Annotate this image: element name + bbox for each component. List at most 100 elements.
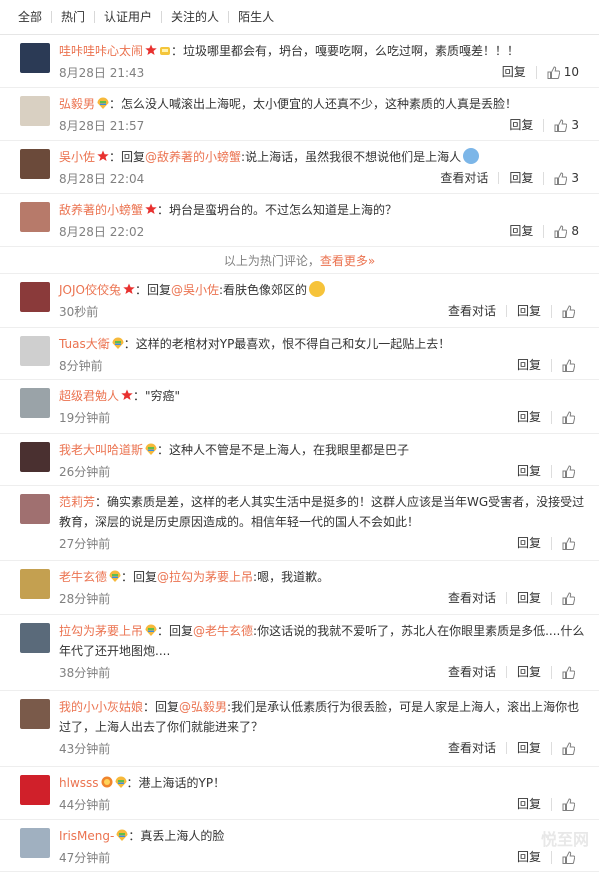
avatar[interactable] [20, 149, 50, 179]
mention-link[interactable]: @老牛玄德 [193, 624, 253, 638]
comment-time: 44分钟前 [59, 797, 111, 812]
tab-3[interactable]: 关注的人 [162, 11, 230, 23]
comment-username[interactable]: 老牛玄德 [59, 570, 107, 584]
comment-text: Tuas大衛 ：这样的老棺材对YP最喜欢，恨不得自己和女儿一起贴上去！ [59, 328, 599, 354]
view-thread-button[interactable]: 查看对话 [438, 742, 506, 754]
comment-username[interactable]: Tuas大衛 [59, 337, 110, 351]
thumbs-up-icon [562, 464, 575, 478]
mention-link[interactable]: @敌养著的小螃蟹 [145, 150, 241, 164]
comment-username[interactable]: JOJO佼佼兔 [59, 283, 121, 297]
comment-username[interactable]: 超级君勉人 [59, 389, 119, 403]
star-badge-icon [97, 148, 109, 161]
comment-username[interactable]: 吳小佐 [59, 150, 95, 164]
avatar[interactable] [20, 442, 50, 472]
view-more-link[interactable]: 查看更多» [320, 252, 375, 269]
comment-time: 47分钟前 [59, 850, 111, 865]
like-count: 10 [563, 65, 579, 79]
comment-time: 43分钟前 [59, 741, 111, 756]
like-button[interactable] [551, 410, 579, 424]
mention-link[interactable]: @拉勾为茅要上吊 [157, 570, 253, 584]
comment-body: ：真丢上海人的脸 [128, 829, 225, 843]
tab-1[interactable]: 热门 [52, 11, 96, 23]
comment-meta: 27分钟前 回复 [59, 532, 599, 554]
comment-username[interactable]: 弘毅男 [59, 97, 95, 111]
view-thread-button[interactable]: 查看对话 [430, 172, 498, 184]
comment-meta: 8分钟前 回复 [59, 354, 599, 376]
comment-item: hlwsss ：港上海话的YP！ 44分钟前 回复 [0, 767, 599, 820]
mention-link[interactable]: @吳小佐 [171, 283, 219, 297]
tab-4[interactable]: 陌生人 [229, 11, 283, 23]
rainbow-badge-icon [145, 441, 157, 455]
avatar[interactable] [20, 699, 50, 729]
reply-button[interactable]: 回复 [505, 666, 551, 678]
reply-button[interactable]: 回复 [498, 172, 543, 184]
like-button[interactable] [551, 304, 579, 318]
comment-item: JOJO佼佼兔 ：回复@吳小佐:看肤色像郊区的 30秒前 查看对话 回复 [0, 274, 599, 328]
thumbs-up-icon [562, 304, 575, 318]
thumbs-up-icon [562, 797, 575, 811]
comment-text: 弘毅男 ：怎么没人喊滚出上海呢，太小便宜的人还真不少，这种素质的人真是丢脸！ [59, 88, 599, 114]
comment-item: 老牛玄德 ：回复@拉勾为茅要上吊:嗯，我道歉。 28分钟前 查看对话 回复 [0, 561, 599, 615]
thumbs-up-icon [554, 118, 568, 132]
reply-button[interactable]: 回复 [499, 225, 543, 237]
view-thread-button[interactable]: 查看对话 [438, 305, 506, 317]
comment-username[interactable]: 范莉芳 [59, 495, 95, 509]
avatar[interactable] [20, 96, 50, 126]
like-button[interactable] [551, 797, 579, 811]
reply-button[interactable]: 回复 [499, 119, 543, 131]
reply-button[interactable]: 回复 [507, 411, 551, 423]
comment-text: 我老大叫哈道斯 ：这种人不管是不是上海人，在我眼里都是巴子 [59, 434, 599, 460]
comment-username[interactable]: 敌养著的小螃蟹 [59, 203, 143, 217]
reply-prefix: ：回复 [134, 283, 171, 297]
like-button[interactable] [551, 741, 579, 755]
comment-username[interactable]: 哇咔哇咔心太闹 [59, 44, 143, 58]
avatar[interactable] [20, 336, 50, 366]
reply-button[interactable]: 回复 [505, 592, 551, 604]
reply-button[interactable]: 回复 [507, 798, 551, 810]
avatar[interactable] [20, 623, 50, 653]
comment-time: 26分钟前 [59, 464, 111, 479]
thumbs-up-icon [562, 358, 575, 372]
avatar[interactable] [20, 494, 50, 524]
reply-button[interactable]: 回复 [505, 742, 551, 754]
reply-button[interactable]: 回复 [507, 465, 551, 477]
view-thread-button[interactable]: 查看对话 [438, 666, 506, 678]
like-button[interactable]: 3 [543, 118, 579, 132]
like-button[interactable] [551, 591, 579, 605]
comment-username[interactable]: hlwsss [59, 776, 99, 790]
comment-actions: 回复 8 [499, 224, 579, 238]
avatar[interactable] [20, 569, 50, 599]
view-thread-button[interactable]: 查看对话 [438, 592, 506, 604]
avatar[interactable] [20, 388, 50, 418]
avatar[interactable] [20, 282, 50, 312]
comment-actions: 查看对话 回复 [438, 304, 579, 318]
tab-0[interactable]: 全部 [18, 11, 53, 23]
like-button[interactable]: 10 [535, 65, 579, 79]
reply-button[interactable]: 回复 [507, 851, 551, 863]
like-button[interactable] [551, 850, 579, 864]
like-button[interactable] [551, 358, 579, 372]
avatar[interactable] [20, 43, 50, 73]
thumbs-up-icon [562, 850, 575, 864]
like-button[interactable]: 3 [543, 171, 579, 185]
avatar[interactable] [20, 202, 50, 232]
comment-text: 我的小小灰姑娘：回复@弘毅男:我们是承认低素质行为很丢脸，可是人家是上海人，滚出… [59, 691, 599, 737]
comment-actions: 查看对话 回复 3 [430, 171, 579, 185]
comment-username[interactable]: 我的小小灰姑娘 [59, 700, 143, 714]
comment-username[interactable]: 我老大叫哈道斯 [59, 443, 143, 457]
like-button[interactable] [551, 665, 579, 679]
avatar[interactable] [20, 775, 50, 805]
reply-button[interactable]: 回复 [505, 305, 551, 317]
like-button[interactable] [551, 536, 579, 550]
reply-button[interactable]: 回复 [507, 359, 551, 371]
comment-username[interactable]: IrisMeng- [59, 829, 114, 843]
like-button[interactable] [551, 464, 579, 478]
reply-button[interactable]: 回复 [507, 537, 551, 549]
reply-button[interactable]: 回复 [492, 66, 536, 78]
comment-username[interactable]: 拉勾为茅要上吊 [59, 624, 143, 638]
like-button[interactable]: 8 [543, 224, 579, 238]
mention-link[interactable]: @弘毅男 [179, 700, 227, 714]
tab-2[interactable]: 认证用户 [95, 11, 163, 23]
thumbs-up-icon [554, 171, 568, 185]
comment-item: IrisMeng- ：真丢上海人的脸 47分钟前 回复 [0, 820, 599, 872]
